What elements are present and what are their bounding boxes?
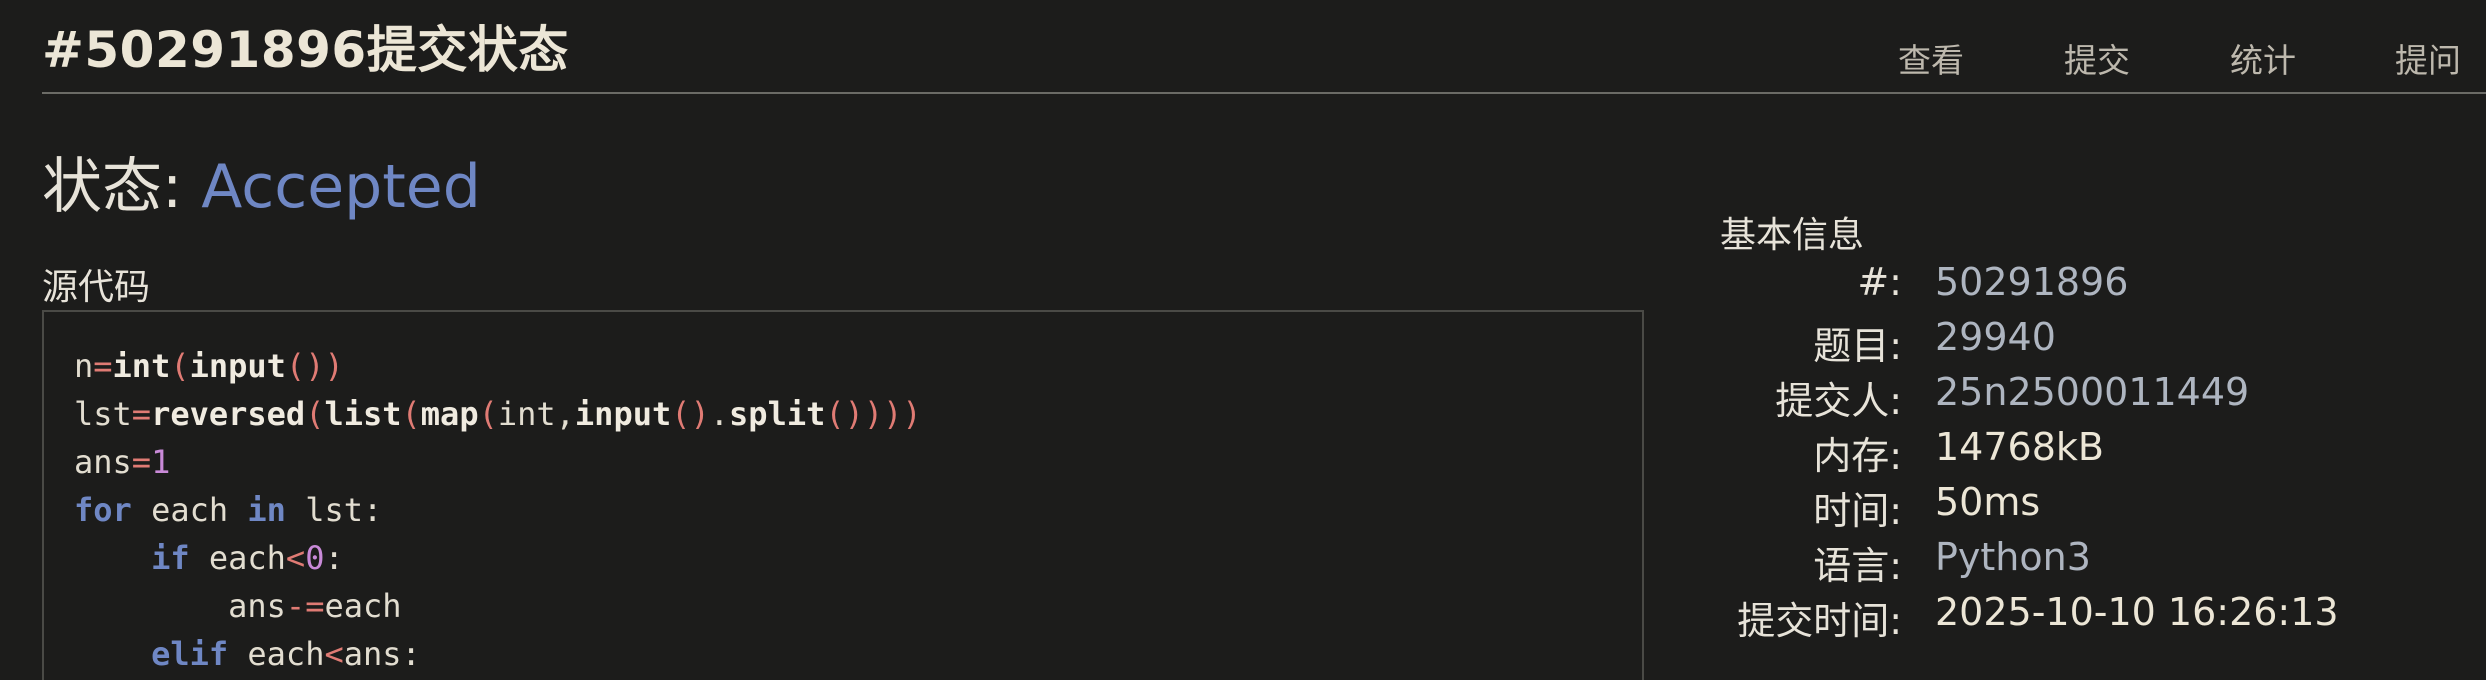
status-label: 状态: — [42, 152, 202, 222]
info-row-id: #: 50291896 — [1720, 260, 2460, 315]
info-row-time: 时间: 50ms — [1720, 480, 2460, 535]
submit-time-value: 2025-10-10 16:26:13 — [1935, 590, 2339, 634]
code-line: ans-=each — [228, 587, 402, 625]
page-title: #50291896提交状态 — [42, 21, 569, 79]
time-value: 50ms — [1935, 480, 2041, 524]
info-row-submit-time: 提交时间: 2025-10-10 16:26:13 — [1720, 590, 2460, 645]
nav-ask[interactable]: 提问 — [2395, 34, 2461, 82]
nav-statistics[interactable]: 统计 — [2230, 34, 2296, 82]
submitter-link[interactable]: 25n2500011449 — [1935, 370, 2249, 414]
info-label: 语言: — [1813, 544, 1902, 588]
problem-link[interactable]: 29940 — [1935, 315, 2056, 359]
info-label: 提交时间: — [1737, 599, 1902, 643]
code-line: n=int(input()) — [74, 347, 344, 385]
code-line: elif each<ans: — [151, 635, 421, 673]
info-label: #: — [1857, 260, 1902, 304]
code-line: if each<0: — [151, 539, 344, 577]
page-header: #50291896提交状态 查看 提交 统计 提问 — [42, 0, 2486, 94]
info-row-problem: 题目: 29940 — [1720, 315, 2460, 370]
nav-submit[interactable]: 提交 — [2064, 34, 2130, 82]
submission-id-link[interactable]: 50291896 — [1935, 260, 2128, 304]
info-label: 提交人: — [1775, 379, 1902, 423]
status-line: 状态: Accepted — [42, 138, 481, 225]
code-line: for each in lst: — [74, 491, 383, 529]
info-row-language: 语言: Python3 — [1720, 535, 2460, 590]
info-row-memory: 内存: 14768kB — [1720, 425, 2460, 480]
info-label: 内存: — [1813, 434, 1902, 478]
memory-value: 14768kB — [1935, 425, 2104, 469]
code-line: lst=reversed(list(map(int,input().split(… — [74, 395, 922, 433]
info-title: 基本信息 — [1720, 215, 1865, 256]
language-value: Python3 — [1935, 535, 2091, 579]
submission-status-page: #50291896提交状态 查看 提交 统计 提问 状态: Accepted 源… — [0, 0, 2486, 680]
nav-view[interactable]: 查看 — [1898, 34, 1964, 82]
info-label: 时间: — [1813, 489, 1902, 533]
status-value: Accepted — [201, 152, 481, 222]
info-label: 题目: — [1813, 324, 1902, 368]
info-row-submitter: 提交人: 25n2500011449 — [1720, 370, 2460, 425]
source-code: n=int(input()) lst=reversed(list(map(int,… — [74, 342, 922, 678]
source-code-box: n=int(input()) lst=reversed(list(map(int,… — [42, 310, 1644, 680]
code-line: ans=1 — [74, 443, 171, 481]
source-code-label: 源代码 — [42, 267, 151, 308]
